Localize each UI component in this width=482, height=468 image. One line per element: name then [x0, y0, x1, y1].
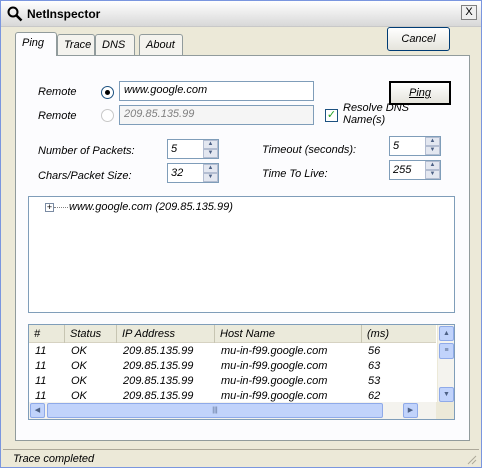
scroll-left-icon[interactable]: ◀	[30, 403, 45, 418]
results-list-view[interactable]: # Status IP Address Host Name (ms) 11 OK…	[28, 324, 455, 420]
chars-label: Chars/Packet Size:	[38, 170, 132, 182]
spin-up-icon[interactable]: ▲	[203, 164, 218, 173]
vertical-scroll-thumb[interactable]: ≡	[439, 343, 454, 359]
table-row[interactable]: 11 OK 209.85.135.99 mu-in-f99.google.com…	[29, 374, 436, 389]
spin-down-icon[interactable]: ▼	[203, 149, 218, 158]
close-button[interactable]: X	[461, 5, 477, 20]
remote-hostname-input[interactable]: www.google.com	[119, 81, 314, 101]
ping-tab-panel: Remote www.google.com Remote 209.85.135.…	[15, 55, 470, 441]
timeout-spinner[interactable]: 5 ▲ ▼	[389, 136, 441, 156]
column-header-ms[interactable]: (ms)	[362, 325, 436, 343]
netinspector-window: NetInspector X Ping Trace DNS About Canc…	[0, 0, 482, 468]
close-icon: X	[465, 6, 473, 18]
timeout-label: Timeout (seconds):	[262, 144, 357, 156]
column-header-index[interactable]: #	[29, 325, 65, 343]
title-bar[interactable]: NetInspector X	[1, 1, 481, 27]
tree-expand-icon[interactable]: +	[45, 203, 54, 212]
size-grip-icon[interactable]	[465, 453, 477, 465]
cell-ip: 209.85.135.99	[123, 360, 194, 372]
spin-down-icon[interactable]: ▼	[425, 170, 440, 179]
remote-ip-radio[interactable]	[101, 109, 114, 122]
tab-trace-label: Trace	[64, 39, 92, 51]
chars-value: 32	[171, 167, 184, 179]
remote-hostname-radio[interactable]	[101, 86, 114, 99]
tab-about[interactable]: About	[139, 34, 183, 55]
cell-hostname: mu-in-f99.google.com	[221, 345, 328, 357]
resolve-dns-checkbox[interactable]: ✓	[325, 109, 338, 122]
ttl-value: 255	[393, 164, 412, 176]
scroll-down-icon[interactable]: ▼	[439, 387, 454, 402]
results-header: # Status IP Address Host Name (ms)	[29, 325, 436, 343]
cell-status: OK	[71, 390, 87, 402]
scroll-right-icon[interactable]: ▶	[403, 403, 418, 418]
vertical-scrollbar[interactable]: ▲ ≡ ▼	[437, 325, 454, 403]
column-header-status[interactable]: Status	[65, 325, 117, 343]
magnifier-icon	[7, 6, 23, 22]
cell-ip: 209.85.135.99	[123, 375, 194, 387]
cell-index: 11	[35, 390, 47, 402]
cell-index: 11	[35, 345, 47, 357]
table-row[interactable]: 11 OK 209.85.135.99 mu-in-f99.google.com…	[29, 359, 436, 374]
cell-ms: 62	[368, 390, 381, 402]
horizontal-scroll-thumb[interactable]: |||	[47, 403, 383, 418]
tab-ping-label: Ping	[22, 37, 45, 49]
cell-status: OK	[71, 375, 87, 387]
cell-index: 11	[35, 360, 47, 372]
trace-tree-view[interactable]: + www.google.com (209.85.135.99)	[28, 196, 455, 313]
tree-connector	[54, 207, 68, 208]
spin-down-icon[interactable]: ▼	[203, 173, 218, 182]
remote-label-1: Remote	[38, 86, 77, 98]
tab-dns[interactable]: DNS	[95, 34, 135, 55]
scrollbar-corner	[436, 402, 454, 419]
spin-up-icon[interactable]: ▲	[203, 140, 218, 149]
horizontal-scrollbar[interactable]: ◀ ||| ▶	[29, 402, 438, 419]
cell-index: 11	[35, 375, 47, 387]
cell-hostname: mu-in-f99.google.com	[221, 390, 328, 402]
cell-hostname: mu-in-f99.google.com	[221, 375, 328, 387]
tab-trace[interactable]: Trace	[57, 34, 95, 55]
status-text: Trace completed	[13, 453, 95, 465]
packets-spinner[interactable]: 5 ▲ ▼	[167, 139, 219, 159]
column-header-hostname[interactable]: Host Name	[215, 325, 362, 343]
remote-label-2: Remote	[38, 110, 77, 122]
tab-about-label: About	[146, 39, 175, 51]
spin-down-icon[interactable]: ▼	[425, 146, 440, 155]
status-bar: Trace completed	[3, 449, 479, 467]
cell-status: OK	[71, 360, 87, 372]
timeout-value: 5	[393, 140, 400, 152]
resolve-dns-label: Resolve DNS Name(s)	[343, 102, 410, 126]
tab-dns-label: DNS	[102, 39, 126, 51]
cell-ms: 63	[368, 360, 381, 372]
cell-ms: 53	[368, 375, 381, 387]
tree-node-host[interactable]: www.google.com (209.85.135.99)	[69, 201, 233, 213]
cell-status: OK	[71, 345, 87, 357]
remote-ip-input[interactable]: 209.85.135.99	[119, 105, 314, 125]
cell-ms: 56	[368, 345, 381, 357]
cell-ip: 209.85.135.99	[123, 345, 194, 357]
tab-ping[interactable]: Ping	[15, 32, 57, 56]
cell-hostname: mu-in-f99.google.com	[221, 360, 328, 372]
packets-value: 5	[171, 143, 178, 155]
scroll-up-icon[interactable]: ▲	[439, 326, 454, 341]
packets-label: Number of Packets:	[38, 145, 135, 157]
ping-settings-group: Remote www.google.com Remote 209.85.135.…	[24, 72, 461, 192]
ttl-label: Time To Live:	[262, 168, 328, 180]
spin-up-icon[interactable]: ▲	[425, 161, 440, 170]
ttl-spinner[interactable]: 255 ▲ ▼	[389, 160, 441, 180]
window-title: NetInspector	[27, 7, 101, 21]
chars-spinner[interactable]: 32 ▲ ▼	[167, 163, 219, 183]
cancel-button[interactable]: Cancel	[387, 27, 450, 51]
spin-up-icon[interactable]: ▲	[425, 137, 440, 146]
column-header-ip[interactable]: IP Address	[117, 325, 215, 343]
table-row[interactable]: 11 OK 209.85.135.99 mu-in-f99.google.com…	[29, 344, 436, 359]
cell-ip: 209.85.135.99	[123, 390, 194, 402]
